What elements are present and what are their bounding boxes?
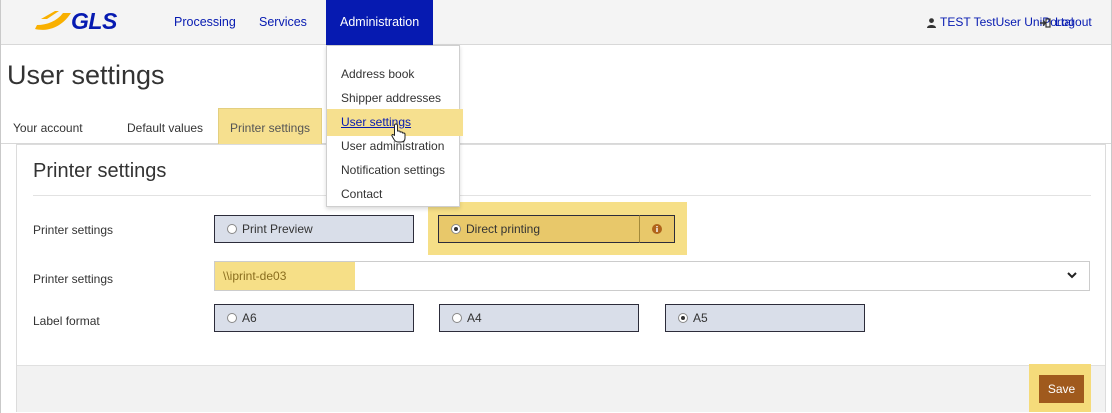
a4-radio[interactable] [452, 313, 462, 323]
label-format-label: Label format [33, 314, 100, 328]
gls-logo[interactable]: GLS [33, 6, 117, 36]
printer-name-label: Printer settings [33, 272, 114, 286]
printer-mode-label: Printer settings [33, 223, 114, 237]
hand-cursor-icon [391, 123, 406, 143]
print-preview-option[interactable]: Print Preview [214, 215, 414, 243]
app-window: GLS Processing Services Administration T… [0, 0, 1112, 413]
menu-item-contact[interactable]: Contact [341, 187, 382, 201]
a6-radio[interactable] [227, 313, 237, 323]
tab-bar: Your account Default values Printer sett… [1, 108, 1111, 146]
save-button[interactable]: Save [1039, 375, 1084, 403]
nav-administration[interactable]: Administration [326, 0, 434, 45]
nav-services[interactable]: Services [259, 0, 307, 45]
menu-item-shipper-addresses[interactable]: Shipper addresses [341, 91, 441, 105]
print-preview-radio[interactable] [227, 224, 237, 234]
direct-printing-option[interactable]: Direct printing [438, 215, 640, 243]
printer-settings-panel: Printer settings Printer settings Print … [16, 144, 1106, 412]
direct-printing-label: Direct printing [466, 222, 541, 236]
label-format-a5-option[interactable]: A5 [665, 304, 865, 332]
a4-label: A4 [467, 311, 482, 325]
user-icon [927, 17, 936, 28]
printer-select[interactable]: \\iprint-de03 [214, 261, 1090, 291]
tab-printer-settings[interactable]: Printer settings [218, 108, 323, 146]
info-button[interactable] [639, 215, 675, 243]
tab-default-values[interactable]: Default values [127, 112, 203, 144]
label-format-a6-option[interactable]: A6 [214, 304, 414, 332]
logo-swoosh-icon [35, 11, 71, 30]
divider [33, 195, 1091, 196]
printer-select-value: \\iprint-de03 [223, 269, 287, 283]
panel-footer [17, 365, 1105, 412]
chevron-down-icon [1067, 272, 1077, 279]
logout-label: Logout [1055, 15, 1092, 29]
a5-radio[interactable] [678, 313, 688, 323]
page-title: User settings [7, 60, 165, 90]
label-format-a4-option[interactable]: A4 [439, 304, 639, 332]
top-navbar: GLS Processing Services Administration T… [1, 0, 1111, 45]
logout-link[interactable]: Logout [1040, 0, 1092, 45]
print-preview-label: Print Preview [242, 222, 313, 236]
logout-icon [1040, 17, 1051, 28]
tab-your-account[interactable]: Your account [13, 112, 83, 144]
info-icon [652, 224, 662, 234]
direct-printing-radio[interactable] [451, 224, 461, 234]
panel-title: Printer settings [33, 160, 167, 182]
menu-item-notification-settings[interactable]: Notification settings [341, 163, 445, 177]
logo-text: GLS [71, 7, 117, 34]
menu-item-address-book[interactable]: Address book [341, 67, 414, 81]
nav-processing[interactable]: Processing [174, 0, 236, 45]
a5-label: A5 [693, 311, 708, 325]
a6-label: A6 [242, 311, 257, 325]
